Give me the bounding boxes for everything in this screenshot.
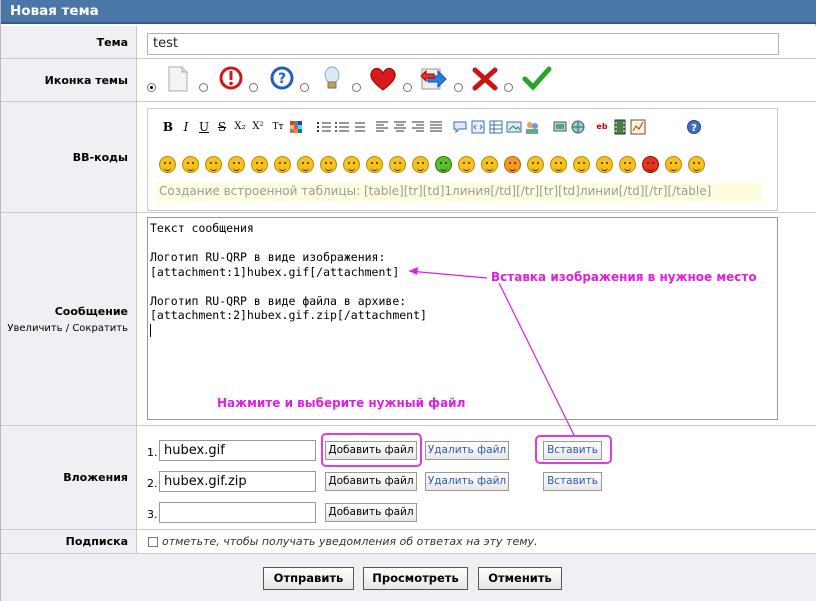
arrow-head [409, 267, 418, 275]
connector-line [498, 282, 575, 436]
arrow-line [408, 270, 488, 279]
annotation-arrows [408, 267, 575, 436]
new-topic-form: Новая тема Тема test Иконка темы ? BB-ко… [0, 0, 816, 601]
